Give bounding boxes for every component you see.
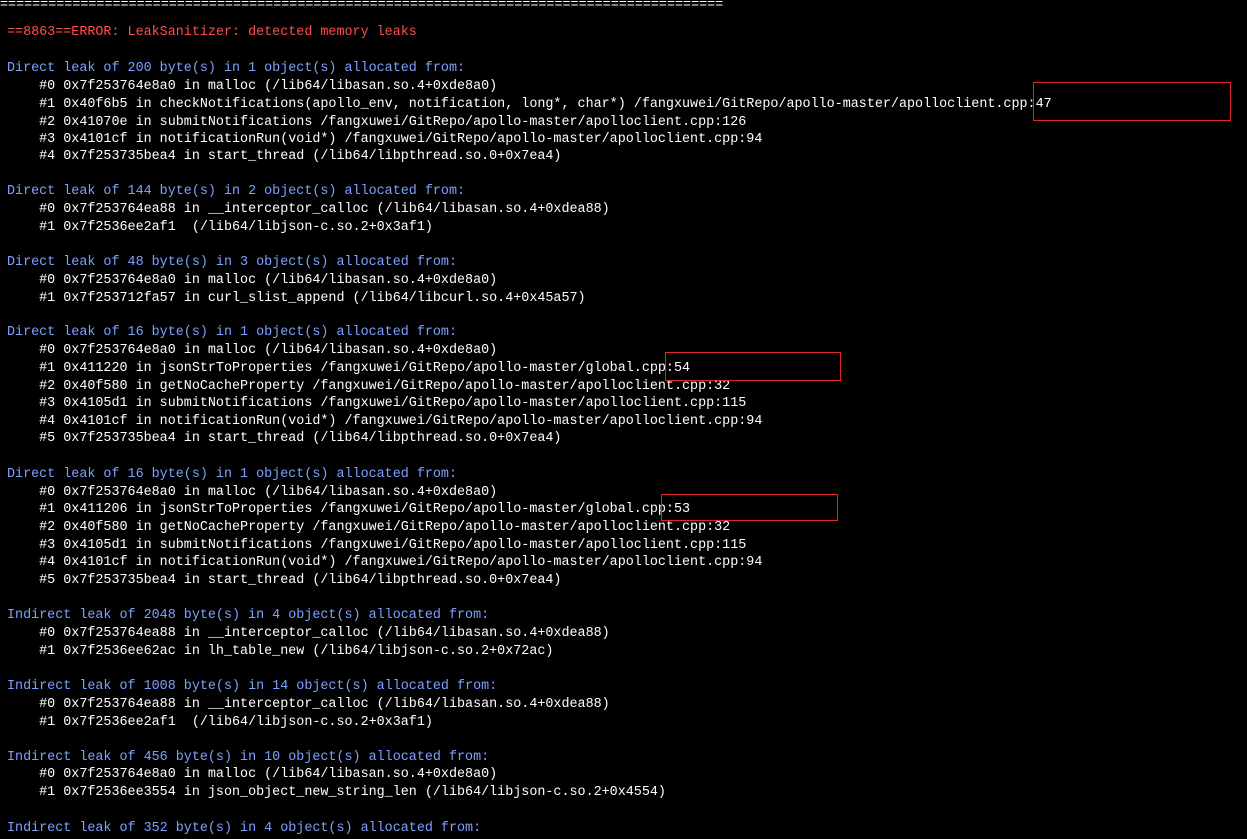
stack-frame: #0 0x7f253764e8a0 in malloc (/lib64/liba… (7, 343, 498, 358)
stack-frame: #3 0x4105d1 in submitNotifications /fang… (7, 396, 747, 411)
stack-frame: #0 0x7f253764ea88 in __interceptor_callo… (7, 202, 610, 217)
leak-header: Direct leak of 144 byte(s) in 2 object(s… (7, 184, 466, 199)
leak-header: Indirect leak of 2048 byte(s) in 4 objec… (7, 608, 490, 623)
stack-frame: #1 0x40f6b5 in checkNotifications(apollo… (7, 97, 1052, 112)
leak-header: Indirect leak of 456 byte(s) in 10 objec… (7, 750, 490, 765)
stack-frame: #1 0x7f2536ee62ac in lh_table_new (/lib6… (7, 644, 554, 659)
stack-frame: #1 0x411206 in jsonStrToProperties /fang… (7, 502, 691, 517)
stack-frame: #0 0x7f253764e8a0 in malloc (/lib64/liba… (7, 767, 498, 782)
stack-frame: #1 0x7f2536ee2af1 (/lib64/libjson-c.so.2… (7, 220, 433, 235)
stack-frame: #2 0x40f580 in getNoCacheProperty /fangx… (7, 520, 731, 535)
stack-frame: #1 0x7f2536ee3554 in json_object_new_str… (7, 785, 666, 800)
stack-frame: #0 0x7f253764e8a0 in malloc (/lib64/liba… (7, 273, 498, 288)
stack-frame: #3 0x4101cf in notificationRun(void*) /f… (7, 132, 763, 147)
leak-header: Indirect leak of 1008 byte(s) in 14 obje… (7, 679, 498, 694)
stack-frame: #1 0x411220 in jsonStrToProperties /fang… (7, 361, 691, 376)
leak-header: Indirect leak of 352 byte(s) in 4 object… (7, 821, 482, 836)
stack-frame: #5 0x7f253735bea4 in start_thread (/lib6… (7, 431, 562, 446)
stack-frame: #5 0x7f253735bea4 in start_thread (/lib6… (7, 573, 562, 588)
stack-frame: #4 0x4101cf in notificationRun(void*) /f… (7, 555, 763, 570)
terminal-output: ========================================… (0, 0, 1247, 839)
stack-frame: #0 0x7f253764e8a0 in malloc (/lib64/liba… (7, 485, 498, 500)
stack-frame: #1 0x7f2536ee2af1 (/lib64/libjson-c.so.2… (7, 715, 433, 730)
stack-frame: #0 0x7f253764ea88 in __interceptor_callo… (7, 626, 610, 641)
leak-header: Direct leak of 16 byte(s) in 1 object(s)… (7, 325, 457, 340)
leak-header: Direct leak of 200 byte(s) in 1 object(s… (7, 61, 466, 76)
stack-frame: #4 0x7f253735bea4 in start_thread (/lib6… (7, 149, 562, 164)
error-header: ==8863==ERROR: LeakSanitizer: detected m… (7, 25, 417, 40)
stack-frame: #2 0x40f580 in getNoCacheProperty /fangx… (7, 379, 731, 394)
leak-header: Direct leak of 16 byte(s) in 1 object(s)… (7, 467, 457, 482)
leak-header: Direct leak of 48 byte(s) in 3 object(s)… (7, 255, 457, 270)
separator-line: ========================================… (0, 0, 724, 13)
stack-frame: #2 0x41070e in submitNotifications /fang… (7, 115, 747, 130)
stack-frame: #0 0x7f253764ea88 in __interceptor_callo… (7, 697, 610, 712)
stack-frame: #4 0x4101cf in notificationRun(void*) /f… (7, 414, 763, 429)
stack-frame: #1 0x7f253712fa57 in curl_slist_append (… (7, 291, 586, 306)
stack-frame: #0 0x7f253764e8a0 in malloc (/lib64/liba… (7, 79, 498, 94)
stack-frame: #3 0x4105d1 in submitNotifications /fang… (7, 538, 747, 553)
